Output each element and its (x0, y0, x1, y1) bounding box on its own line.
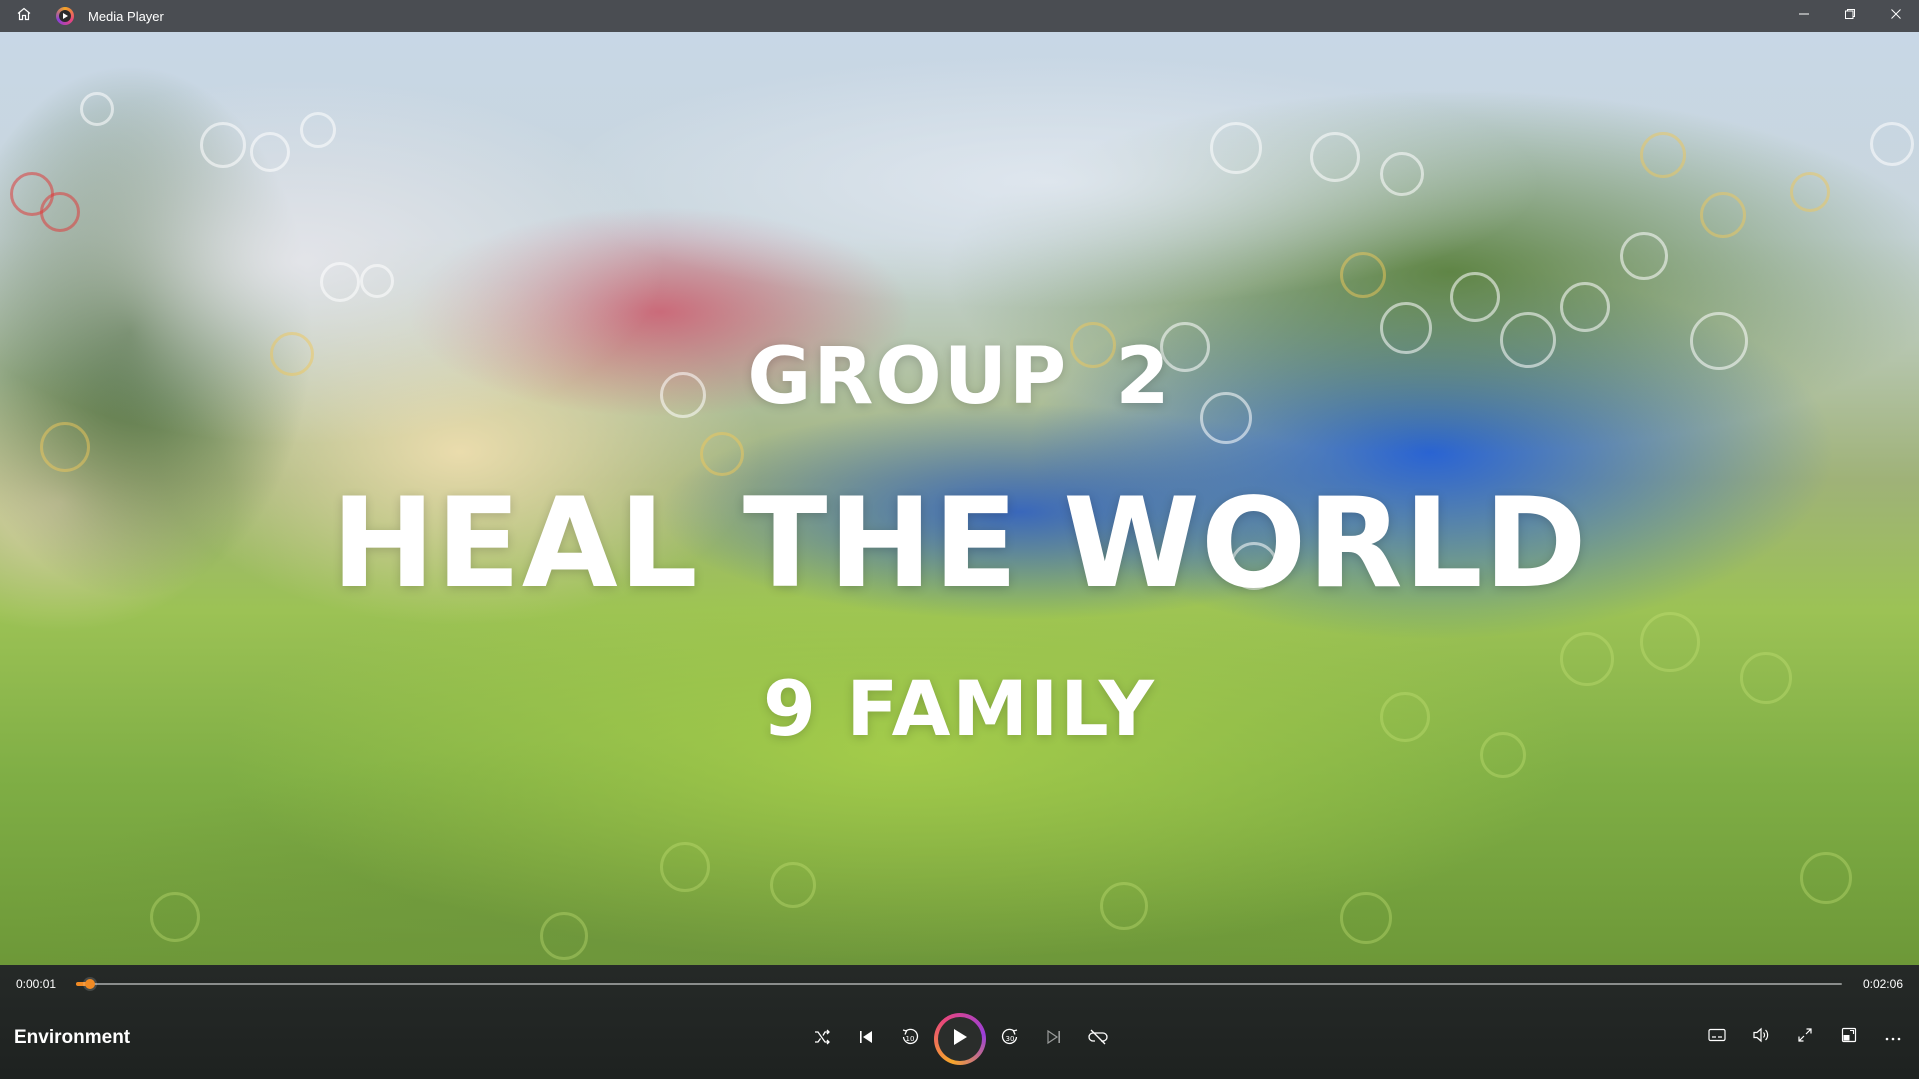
next-icon (1046, 1029, 1062, 1050)
window-title: Media Player (88, 8, 164, 24)
bokeh-light (150, 892, 200, 942)
mini-player-icon (1841, 1027, 1857, 1048)
previous-button[interactable] (844, 1017, 888, 1061)
repeat-button[interactable] (1076, 1017, 1120, 1061)
play-button-inner (938, 1017, 982, 1061)
fullscreen-button[interactable] (1783, 1015, 1827, 1059)
bokeh-light (1700, 192, 1746, 238)
skip-forward-30-button[interactable]: 30 (988, 1017, 1032, 1061)
bokeh-light (770, 862, 816, 908)
bokeh-light (360, 264, 394, 298)
next-button[interactable] (1032, 1017, 1076, 1061)
seek-track (76, 983, 1842, 985)
bokeh-light (1210, 122, 1262, 174)
bokeh-light (1870, 122, 1914, 166)
transport-controls: 10 30 (800, 1013, 1120, 1065)
more-options-icon (1885, 1028, 1901, 1046)
bokeh-light (1340, 892, 1392, 944)
right-toolbar (1695, 1015, 1915, 1059)
bokeh-light (1620, 232, 1668, 280)
svg-text:30: 30 (1006, 1035, 1015, 1043)
fullscreen-icon (1797, 1027, 1813, 1048)
mini-player-button[interactable] (1827, 1015, 1871, 1059)
rewind-10-icon: 10 (900, 1027, 920, 1052)
close-button[interactable] (1873, 0, 1919, 32)
svg-text:10: 10 (906, 1035, 915, 1043)
bokeh-light (320, 262, 360, 302)
more-options-button[interactable] (1871, 1015, 1915, 1059)
current-time: 0:00:01 (16, 977, 57, 991)
bokeh-light (660, 842, 710, 892)
home-button[interactable] (0, 0, 48, 32)
subtitles-button[interactable] (1695, 1015, 1739, 1059)
bokeh-light (1450, 272, 1500, 322)
bokeh-light (80, 92, 114, 126)
video-frame[interactable]: GROUP 2 HEAL THE WORLD 9 FAMILY (0, 32, 1919, 965)
subtitles-icon (1708, 1028, 1726, 1047)
bokeh-light (1640, 132, 1686, 178)
playback-controls-panel: 0:00:01 0:02:06 Environment 10 30 (0, 965, 1919, 1079)
bokeh-light (1380, 152, 1424, 196)
forward-30-icon: 30 (1000, 1027, 1020, 1052)
previous-icon (858, 1029, 874, 1050)
bokeh-light (700, 432, 744, 476)
bokeh-light (40, 422, 90, 472)
bokeh-light (1640, 612, 1700, 672)
total-time: 0:02:06 (1862, 977, 1903, 991)
bokeh-light (250, 132, 290, 172)
skip-back-10-button[interactable]: 10 (888, 1017, 932, 1061)
play-button[interactable] (934, 1013, 986, 1065)
media-player-app-icon (56, 7, 74, 25)
bokeh-light (1560, 282, 1610, 332)
media-player-window: Media Player GROUP 2 HEAL THE WORLD 9 FA… (0, 0, 1919, 1079)
bokeh-light (200, 122, 246, 168)
restore-icon (1844, 7, 1856, 25)
bokeh-light (1100, 882, 1148, 930)
minimize-icon (1798, 7, 1810, 25)
bokeh-light (300, 112, 336, 148)
bokeh-light (1790, 172, 1830, 212)
title-bar: Media Player (0, 0, 1919, 32)
video-text-family: 9 FAMILY (763, 664, 1156, 753)
bokeh-light (1310, 132, 1360, 182)
seek-thumb[interactable] (85, 979, 96, 989)
close-icon (1890, 7, 1902, 25)
home-icon (16, 6, 32, 27)
bokeh-light (1800, 852, 1852, 904)
window-controls (1781, 0, 1919, 32)
volume-button[interactable] (1739, 1015, 1783, 1059)
repeat-off-icon (1088, 1027, 1108, 1052)
minimize-button[interactable] (1781, 0, 1827, 32)
video-text-title: HEAL THE WORLD (331, 472, 1588, 616)
restore-button[interactable] (1827, 0, 1873, 32)
bokeh-light (40, 192, 80, 232)
bokeh-light (540, 912, 588, 960)
bokeh-light (1340, 252, 1386, 298)
play-icon (951, 1027, 969, 1052)
shuffle-button[interactable] (800, 1017, 844, 1061)
shuffle-icon (813, 1028, 831, 1051)
volume-icon (1752, 1027, 1770, 1048)
video-text-group: GROUP 2 (747, 332, 1172, 422)
seek-bar[interactable] (76, 979, 1842, 989)
media-title: Environment (14, 1027, 131, 1048)
